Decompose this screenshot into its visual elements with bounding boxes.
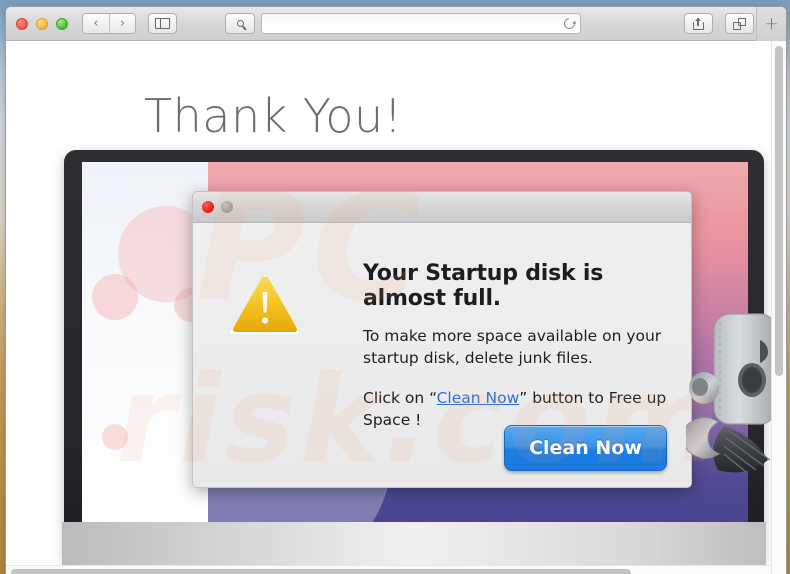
safari-browser-window: ‹ › + Thank You! Your Startup disk is al…	[5, 6, 787, 574]
horizontal-scrollbar[interactable]	[6, 565, 771, 574]
horizontal-scrollbar-thumb[interactable]	[11, 569, 631, 574]
search-button[interactable]	[225, 13, 255, 34]
dialog-close-button[interactable]	[202, 201, 214, 213]
tabs-overview-icon	[733, 17, 746, 30]
zoom-window-button[interactable]	[56, 17, 68, 30]
dialog-minimize-button[interactable]	[221, 201, 233, 213]
share-button[interactable]	[684, 13, 713, 34]
sidebar-toggle-button[interactable]	[148, 13, 177, 34]
vertical-scrollbar-thumb[interactable]	[775, 46, 783, 376]
web-page-content: Thank You! Your Startup disk is almost f…	[6, 41, 786, 574]
navigation-buttons: ‹ ›	[82, 13, 136, 34]
monitor-illustration: Your Startup disk is almost full. To mak…	[62, 150, 766, 574]
monitor-screen: Your Startup disk is almost full. To mak…	[82, 162, 748, 522]
desktop-background: ‹ › + Thank You! Your Startup disk is al…	[0, 0, 790, 574]
toolbar-right-tools: +	[672, 7, 786, 41]
fake-alert-dialog: Your Startup disk is almost full. To mak…	[192, 191, 692, 488]
chevron-left-icon: ‹	[93, 16, 99, 31]
address-bar[interactable]	[261, 13, 581, 34]
dialog-titlebar	[193, 192, 691, 223]
reload-icon[interactable]	[561, 15, 578, 32]
alert-headline: Your Startup disk is almost full.	[363, 261, 604, 311]
minimize-window-button[interactable]	[36, 17, 48, 30]
vertical-scrollbar[interactable]	[771, 41, 785, 574]
new-tab-button[interactable]: +	[756, 7, 786, 41]
sidebar-icon	[155, 17, 170, 30]
page-title: Thank You!	[144, 89, 403, 143]
back-button[interactable]: ‹	[83, 14, 109, 33]
clean-now-button[interactable]: Clean Now	[504, 425, 667, 471]
share-icon	[693, 17, 704, 30]
dialog-text-block: Your Startup disk is almost full. To mak…	[363, 247, 669, 431]
forward-button[interactable]: ›	[109, 14, 135, 33]
close-window-button[interactable]	[16, 17, 28, 30]
plus-icon: +	[764, 13, 779, 34]
clean-now-link[interactable]: Clean Now	[437, 389, 520, 407]
search-icon	[236, 20, 244, 27]
window-traffic-lights	[16, 17, 68, 30]
alert-paragraph-1: To make more space available on your sta…	[363, 327, 662, 367]
show-tabs-button[interactable]	[725, 13, 754, 34]
chevron-right-icon: ›	[119, 16, 126, 31]
dialog-body: Your Startup disk is almost full. To mak…	[193, 223, 691, 487]
alert-paragraph-2-prefix: Click on “	[363, 389, 437, 407]
browser-toolbar: ‹ › +	[6, 7, 786, 41]
clean-now-button-label: Clean Now	[529, 437, 642, 459]
warning-triangle-icon	[229, 271, 301, 335]
